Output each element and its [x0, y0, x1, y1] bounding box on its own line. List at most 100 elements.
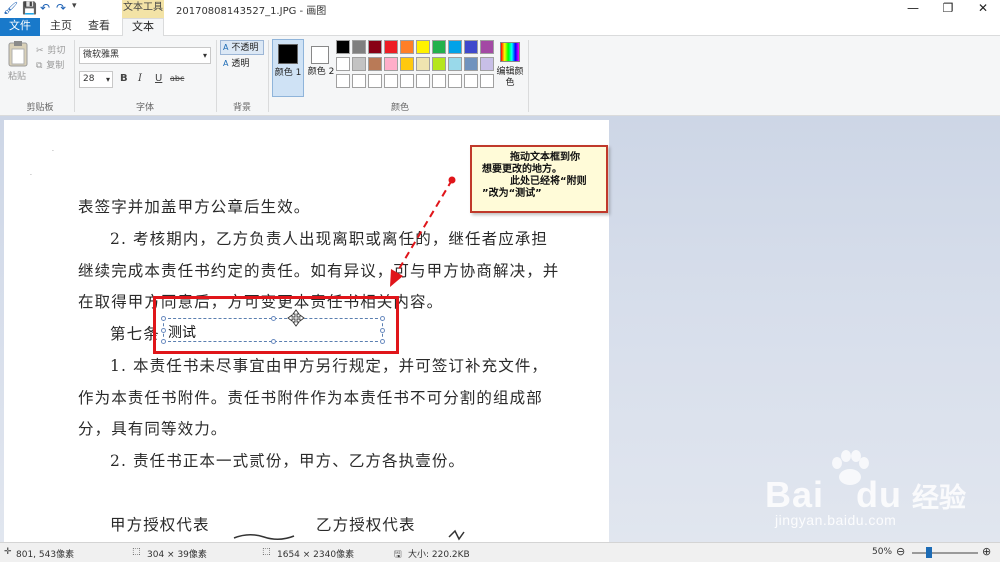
ribbon-tabs: 文件 主页 查看 文本	[0, 18, 1000, 37]
cursor-position: 801, 543像素	[16, 550, 75, 560]
color2-button[interactable]: 颜色 2	[306, 39, 336, 97]
bold-button[interactable]: B	[120, 73, 128, 84]
strikethrough-button[interactable]: abc	[170, 74, 184, 83]
chevron-down-icon: ▾	[202, 51, 207, 60]
palette-color-swatch[interactable]	[432, 57, 446, 71]
quick-access-dropdown-icon[interactable]: ▾	[72, 1, 77, 11]
callout-line: ”改为“测试”	[482, 188, 542, 199]
image-size-icon: ⬚	[262, 547, 271, 557]
cut-label: 剪切	[47, 46, 66, 56]
palette-color-swatch[interactable]	[400, 74, 414, 88]
palette-color-swatch[interactable]	[464, 74, 478, 88]
selection-size: 304 × 39像素	[147, 550, 207, 560]
color1-button[interactable]: 颜色 1	[272, 39, 304, 97]
palette-color-swatch[interactable]	[416, 74, 430, 88]
palette-color-swatch[interactable]	[336, 40, 350, 54]
document-line: 继续完成本责任书约定的责任。如有异议，可与甲方协商解决，并	[78, 262, 560, 280]
speck-mark: ·	[30, 172, 32, 179]
palette-color-swatch[interactable]	[352, 74, 366, 88]
clipboard-icon	[8, 41, 28, 67]
copy-label: 复制	[46, 61, 65, 71]
palette-color-swatch[interactable]	[336, 74, 350, 88]
redo-icon[interactable]: ↷	[56, 1, 66, 15]
palette-color-swatch[interactable]	[432, 74, 446, 88]
ribbon-divider	[216, 40, 217, 112]
palette-color-swatch[interactable]	[416, 40, 430, 54]
zoom-out-icon[interactable]: ⊖	[896, 545, 905, 558]
underline-button[interactable]: U	[155, 73, 162, 84]
cut-button[interactable]: ✂ 剪切	[36, 42, 65, 56]
font-size-select[interactable]: 28 ▾	[79, 71, 113, 88]
palette-color-swatch[interactable]	[432, 40, 446, 54]
callout-line: 拖动文本框到你	[510, 152, 580, 163]
palette-color-swatch[interactable]	[416, 57, 430, 71]
color1-label: 颜色 1	[274, 68, 302, 78]
copy-button[interactable]: ⧉ 复制	[36, 57, 64, 71]
opaque-icon: A	[223, 43, 229, 52]
watermark-url: jingyan.baidu.com	[775, 512, 897, 528]
tab-view[interactable]: 查看	[82, 18, 116, 36]
background-group-label: 背景	[232, 103, 251, 113]
copy-icon: ⧉	[36, 61, 43, 71]
minimize-button[interactable]: —	[896, 0, 930, 18]
watermark-brand-2: du	[856, 474, 903, 515]
palette-color-swatch[interactable]	[368, 74, 382, 88]
speck-mark: ·	[52, 148, 54, 155]
ribbon-divider	[528, 40, 529, 112]
palette-color-swatch[interactable]	[384, 74, 398, 88]
file-size: 大小: 220.2KB	[408, 550, 470, 560]
chevron-down-icon: ▾	[105, 75, 110, 84]
palette-color-swatch[interactable]	[480, 40, 494, 54]
colors-group-label: 颜色	[390, 103, 409, 113]
palette-color-swatch[interactable]	[384, 57, 398, 71]
palette-color-swatch[interactable]	[368, 57, 382, 71]
palette-color-swatch[interactable]	[464, 57, 478, 71]
palette-color-swatch[interactable]	[400, 57, 414, 71]
paste-button[interactable]	[6, 40, 30, 68]
font-family-value: 微软雅黑	[83, 50, 120, 60]
ribbon-divider	[74, 40, 75, 112]
scissors-icon: ✂	[36, 46, 44, 56]
palette-color-swatch[interactable]	[352, 40, 366, 54]
color2-swatch	[311, 46, 329, 64]
cursor-position-icon: ✛	[4, 547, 12, 557]
zoom-in-icon[interactable]: ⊕	[982, 545, 991, 558]
undo-icon[interactable]: ↶	[40, 1, 50, 15]
signature-scribble	[233, 529, 465, 541]
font-group-label: 字体	[135, 103, 154, 113]
palette-color-swatch[interactable]	[368, 40, 382, 54]
edit-colors-label[interactable]: 编辑颜色	[496, 67, 524, 89]
italic-button[interactable]: I	[138, 73, 142, 84]
document-line: 1. 本责任书未尽事宜由甲方另行规定，并可签订补充文件，	[110, 357, 549, 375]
palette-color-swatch[interactable]	[448, 74, 462, 88]
palette-color-swatch[interactable]	[448, 40, 462, 54]
restore-button[interactable]: ❐	[931, 0, 965, 18]
save-icon[interactable]: 💾	[22, 1, 37, 15]
palette-color-swatch[interactable]	[336, 57, 350, 71]
font-family-select[interactable]: 微软雅黑 ▾	[79, 47, 211, 64]
image-size: 1654 × 2340像素	[277, 550, 355, 560]
file-size-icon: 🖫	[394, 550, 402, 560]
ribbon-divider	[268, 40, 269, 112]
palette-color-swatch[interactable]	[448, 57, 462, 71]
zoom-slider-thumb[interactable]	[925, 547, 932, 558]
palette-color-swatch[interactable]	[384, 40, 398, 54]
palette-color-swatch[interactable]	[400, 40, 414, 54]
close-button[interactable]: ✕	[966, 0, 1000, 18]
zoom-slider[interactable]	[912, 547, 978, 558]
tab-home[interactable]: 主页	[45, 18, 77, 36]
document-line: 表签字并加盖甲方公章后生效。	[78, 198, 311, 216]
status-bar: ✛ 801, 543像素 ⬚ 304 × 39像素 ⬚ 1654 × 2340像…	[0, 542, 1000, 562]
palette-color-swatch[interactable]	[464, 40, 478, 54]
palette-color-swatch[interactable]	[480, 74, 494, 88]
palette-color-swatch[interactable]	[352, 57, 366, 71]
tab-file[interactable]: 文件	[0, 18, 40, 36]
highlight-box	[153, 296, 399, 354]
tab-text[interactable]: 文本	[122, 18, 164, 37]
opaque-button[interactable]: A 不透明	[220, 40, 264, 55]
palette-color-swatch[interactable]	[480, 57, 494, 71]
edit-colors-icon[interactable]	[500, 42, 520, 62]
zoom-level: 50%	[872, 547, 893, 557]
watermark-brand: Bai	[765, 474, 825, 515]
transparent-button[interactable]: A 透明	[220, 57, 264, 72]
